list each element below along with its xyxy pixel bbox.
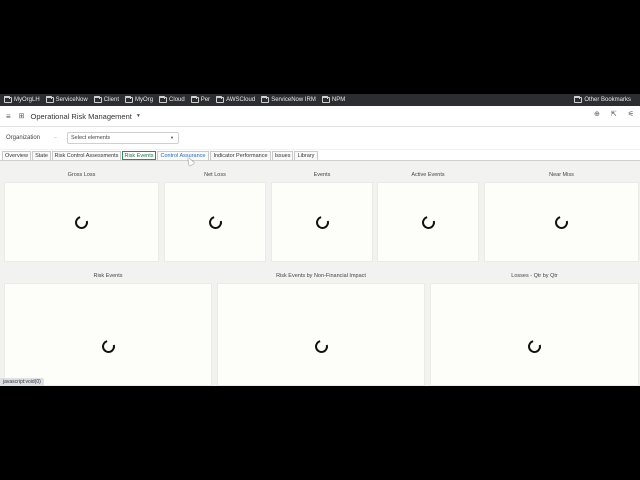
widget-title-events: Events [313,172,331,178]
widget-title-losses-qtr-by-qtr: Losses - Qtr by Qtr [511,273,558,279]
organization-label: Organization [6,135,41,141]
dashboard-tabs: Overview State Risk Control Assessments … [0,150,640,161]
chevron-down-icon[interactable]: ▼ [136,113,141,119]
widget-losses-qtr-by-qtr[interactable] [430,283,639,386]
loading-spinner-icon [99,337,117,355]
widget-gross-loss[interactable] [4,182,159,262]
bookmark-cloud[interactable]: Cloud [159,96,185,103]
app-header-actions: ⊕ ⇱ ⚟ [594,110,634,118]
bookmark-other[interactable]: Other Bookmarks [574,94,631,106]
grid-icon[interactable]: ⊞ [19,112,25,120]
status-url-bar: javascript:void(0) [0,378,44,386]
bookmark-servicenow-irm[interactable]: ServiceNow IRM [261,96,316,103]
widget-title-near-miss: Near Miss [549,172,574,178]
widget-risk-events-by-non-financial-impact[interactable] [217,283,425,386]
loading-spinner-icon [419,213,437,231]
folder-icon [125,96,134,103]
tab-state[interactable]: State [32,151,51,160]
loading-spinner-icon [206,213,224,231]
folder-icon [159,96,168,103]
folder-icon [216,96,225,103]
loading-spinner-icon [313,213,331,231]
bookmark-myorg[interactable]: MyOrg [125,96,153,103]
bookmarks-bar: MyOrgLH ServiceNow Client MyOrg Cloud Pe… [0,94,640,106]
widget-title-active-events: Active Events [411,172,445,178]
widget-active-events[interactable] [377,182,479,262]
tab-indicator-performance[interactable]: Indicator Performance [210,151,271,160]
tab-library[interactable]: Library [294,151,318,160]
filter-settings-icon[interactable]: ⚟ [628,110,634,118]
tab-risk-events[interactable]: Risk Events [122,151,156,160]
folder-icon [190,96,199,103]
bookmark-myorglh[interactable]: MyOrgLH [4,96,40,103]
widget-title-risk-events: Risk Events [93,273,123,279]
folder-icon [261,96,270,103]
tab-overview[interactable]: Overview [2,151,31,160]
widget-title-risk-events-by-non-financial-impact: Risk Events by Non-Financial Impact [276,273,366,279]
folder-icon [574,96,583,103]
app-header: ≡ ⊞ Operational Risk Management ▼ ⊕ ⇱ ⚟ [0,106,640,127]
app-title[interactable]: Operational Risk Management [31,112,132,121]
widget-risk-events[interactable] [4,283,212,386]
widget-near-miss[interactable] [484,182,639,262]
tab-control-assurance[interactable]: Control Assurance [157,151,209,160]
add-circle-icon[interactable]: ⊕ [594,110,600,118]
widget-title-net-loss: Net Loss [204,172,226,178]
loading-spinner-icon [552,213,571,231]
browser-viewport: MyOrgLH ServiceNow Client MyOrg Cloud Pe… [0,94,640,386]
organization-select[interactable]: Select elements ▼ [67,132,179,144]
widget-title-gross-loss: Gross Loss [67,172,96,178]
folder-icon [93,96,102,103]
bookmark-awscloud[interactable]: AWSCloud [216,96,255,103]
folder-icon [45,96,54,103]
organization-select-placeholder: Select elements [71,135,111,141]
chevron-down-icon: ▼ [170,135,174,140]
tab-issues[interactable]: Issues [272,151,293,160]
separator-icon: – [54,135,57,141]
widget-events[interactable] [271,182,373,262]
loading-spinner-icon [525,337,544,355]
folder-icon [4,96,12,103]
share-icon[interactable]: ⇱ [611,110,617,118]
loading-spinner-icon [72,213,91,231]
tab-risk-control-assessments[interactable]: Risk Control Assessments [52,151,121,160]
bookmark-npm[interactable]: NPM [321,96,345,103]
widget-net-loss[interactable] [164,182,266,262]
loading-spinner-icon [312,337,330,355]
folder-icon [321,96,330,103]
bookmark-per[interactable]: Per [190,96,210,103]
filter-bar: Organization – Select elements ▼ [0,127,640,149]
bookmark-client[interactable]: Client [93,96,119,103]
hamburger-icon[interactable]: ≡ [6,112,11,121]
bookmark-servicenow[interactable]: ServiceNow [45,96,88,103]
